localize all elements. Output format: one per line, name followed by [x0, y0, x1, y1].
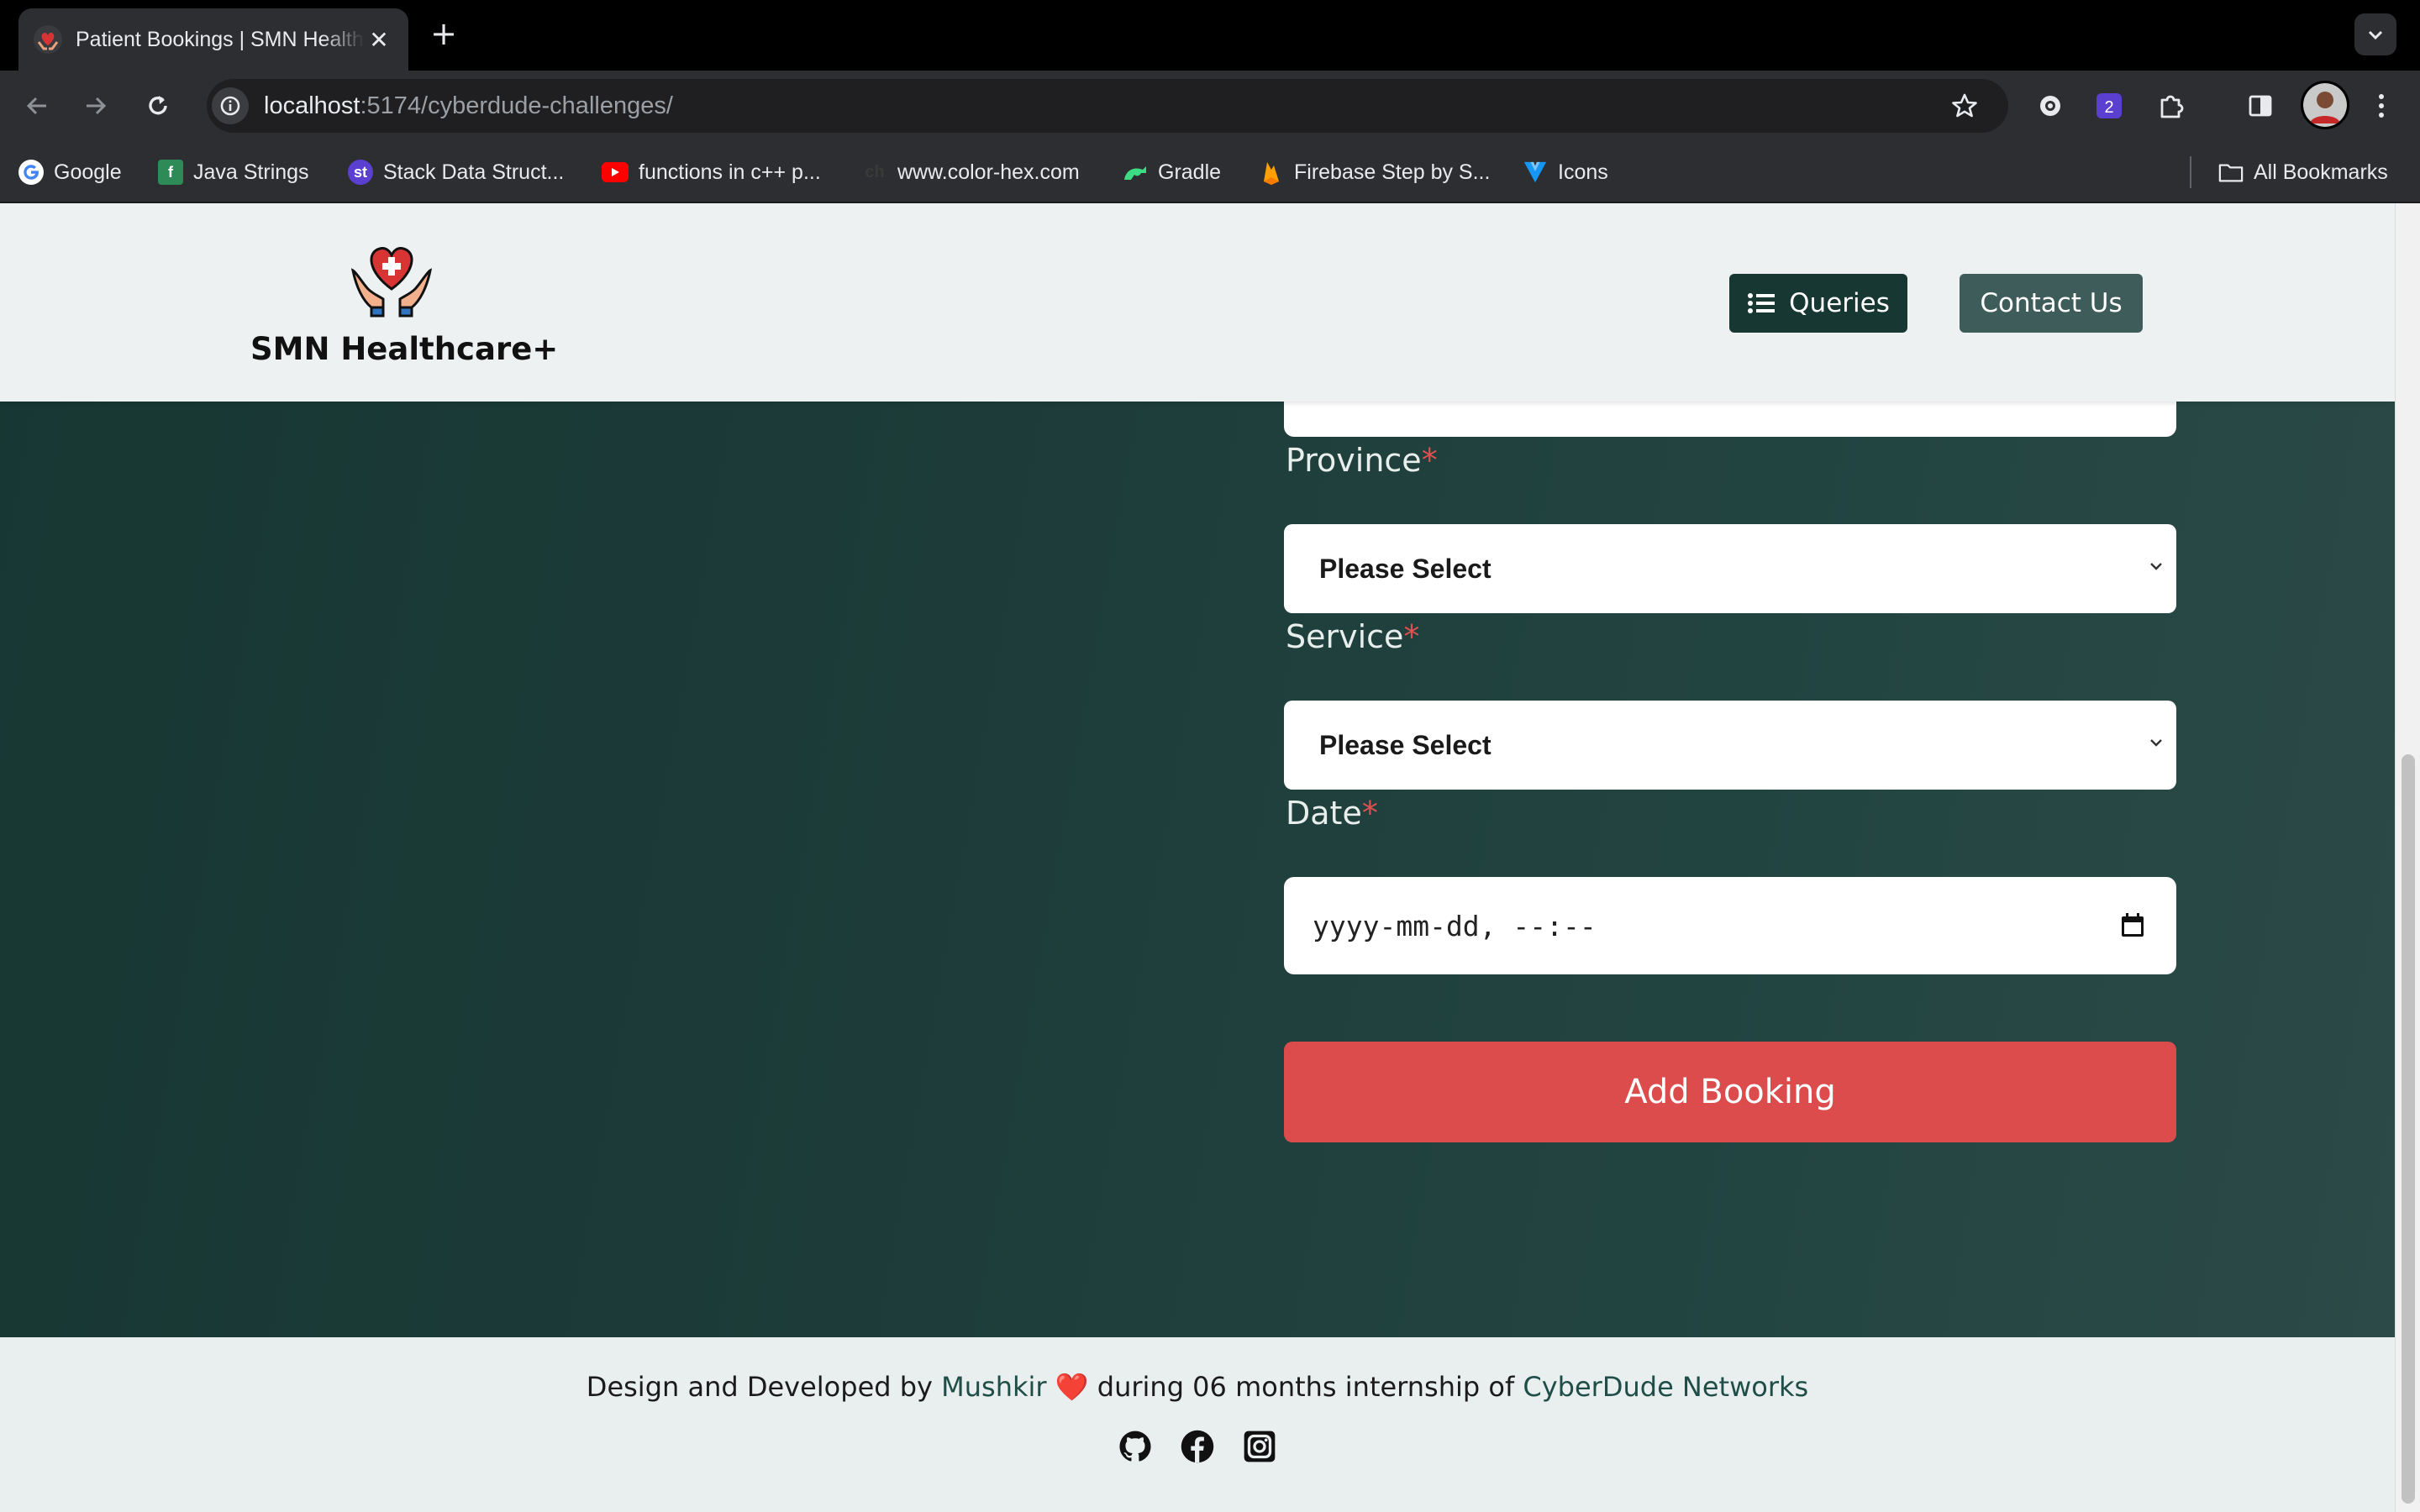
add-booking-button[interactable]: Add Booking [1284, 1042, 2176, 1142]
bookmark-icons[interactable]: Icons [1523, 158, 1608, 186]
required-mark: * [1403, 618, 1420, 655]
bookmarks-divider [2190, 156, 2191, 188]
url-host: localhost [264, 92, 360, 119]
site-footer: Design and Developed by Mushkir ❤️ durin… [0, 1337, 2395, 1512]
social-links [0, 1428, 2395, 1465]
tab-title: Patient Bookings | SMN Healthcare+ [76, 27, 365, 51]
browser-tab-strip: Patient Bookings | SMN Healthcare+ ✕ + [0, 0, 2420, 71]
author-link[interactable]: Mushkir [941, 1371, 1046, 1403]
footer-credit: Design and Developed by Mushkir ❤️ durin… [0, 1371, 2395, 1403]
close-tab-icon[interactable]: ✕ [365, 25, 393, 54]
contact-us-button[interactable]: Contact Us [1960, 274, 2143, 333]
url-text[interactable]: localhost:5174/cyberdude-challenges/ [264, 89, 673, 123]
province-label-text: Province [1286, 442, 1422, 479]
brand-name[interactable]: SMN Healthcare+ [250, 326, 558, 373]
calendar-icon [2122, 913, 2144, 937]
service-label-text: Service [1286, 618, 1404, 655]
bookmark-label: Firebase Step by S... [1294, 160, 1491, 184]
back-button[interactable] [18, 87, 55, 124]
bookmark-java-strings[interactable]: f Java Strings [158, 158, 309, 186]
youtube-icon [602, 162, 629, 182]
studytonight-icon: st [348, 160, 373, 185]
bookmark-label: Stack Data Struct... [383, 160, 565, 184]
service-label: Service* [1286, 613, 1419, 660]
bookmark-label: Icons [1558, 160, 1608, 184]
date-input-value: yyyy-mm-dd, --:-- [1313, 909, 1597, 942]
facebook-icon[interactable] [1179, 1428, 1216, 1465]
date-label: Date* [1286, 790, 1378, 837]
page-scrollbar[interactable] [2395, 203, 2420, 1512]
profile-avatar[interactable] [2301, 81, 2349, 129]
service-select[interactable]: Please Select [1284, 701, 2176, 790]
browser-tab-active[interactable]: Patient Bookings | SMN Healthcare+ ✕ [18, 8, 408, 71]
reload-icon [149, 96, 167, 115]
url-path: :5174/cyberdude-challenges/ [360, 92, 673, 119]
reload-button[interactable] [139, 87, 176, 124]
github-icon[interactable] [1117, 1428, 1154, 1465]
side-panel-icon[interactable] [2242, 87, 2279, 124]
queries-button[interactable]: Queries [1729, 274, 1907, 333]
bookmark-label: Google [54, 160, 122, 184]
google-icon [18, 160, 44, 185]
bookmark-stack-data-structure[interactable]: st Stack Data Struct... [348, 158, 564, 186]
page-viewport: Province* Please Select Service* Please … [0, 203, 2420, 1512]
bookmark-google[interactable]: Google [18, 158, 122, 186]
forward-button[interactable] [77, 87, 114, 124]
new-tab-button[interactable]: + [427, 15, 460, 52]
all-bookmarks-button[interactable]: All Bookmarks [2218, 158, 2388, 186]
instagram-icon[interactable] [1241, 1428, 1278, 1465]
bookmark-label: functions in c++ p... [639, 160, 821, 184]
bookmark-firebase[interactable]: Firebase Step by S... [1259, 158, 1490, 186]
chevron-down-icon [2368, 30, 2383, 40]
care-hands-logo-icon[interactable] [350, 237, 434, 318]
vuetify-icon [1523, 160, 1548, 185]
extensions-puzzle-icon[interactable] [2153, 87, 2190, 124]
company-link[interactable]: CyberDude Networks [1523, 1371, 1808, 1403]
arrow-right-icon [87, 97, 107, 115]
list-icon [1748, 293, 1776, 313]
service-select-value: Please Select [1319, 729, 1491, 760]
care-hands-icon [34, 25, 62, 54]
color-hex-icon: ch [865, 162, 885, 181]
svg-text:2: 2 [2104, 98, 2113, 117]
chevron-down-icon [2150, 739, 2162, 747]
arrow-left-icon [26, 97, 46, 115]
bookmark-label: Java Strings [193, 160, 309, 184]
gradle-icon [1123, 160, 1148, 185]
province-select[interactable]: Please Select [1284, 524, 2176, 613]
site-header: SMN Healthcare+ Queries Contact Us [0, 203, 2395, 402]
extension-eye-icon[interactable] [2032, 87, 2069, 124]
site-info-icon[interactable] [212, 87, 249, 124]
queries-label: Queries [1789, 288, 1890, 318]
tab-search-button[interactable] [2354, 13, 2396, 55]
firebase-icon [1259, 160, 1284, 185]
required-mark: * [1361, 795, 1378, 832]
bookmark-color-hex[interactable]: ch www.color-hex.com [862, 158, 1080, 186]
bookmark-label: Gradle [1158, 160, 1222, 184]
java-strings-icon: f [158, 160, 183, 185]
bookmark-label: www.color-hex.com [897, 160, 1080, 184]
date-input[interactable]: yyyy-mm-dd, --:-- [1284, 877, 2176, 974]
required-mark: * [1421, 442, 1438, 479]
chevron-down-icon [2150, 563, 2162, 570]
province-select-value: Please Select [1319, 553, 1491, 584]
extension-translate-icon[interactable]: 2 [2091, 87, 2128, 124]
date-label-text: Date [1286, 795, 1362, 832]
credit-prefix: Design and Developed by [586, 1371, 933, 1403]
bookmark-functions-cpp[interactable]: functions in c++ p... [602, 158, 821, 186]
folder-icon [2218, 160, 2244, 185]
scrollbar-thumb[interactable] [2402, 754, 2415, 1504]
bookmark-star-icon[interactable] [1946, 87, 1983, 124]
browser-menu-icon[interactable] [2363, 87, 2400, 124]
heart-icon: ❤️ [1055, 1371, 1089, 1403]
credit-middle: during 06 months internship of [1097, 1371, 1515, 1403]
province-label: Province* [1286, 437, 1438, 484]
bookmark-label: All Bookmarks [2254, 160, 2388, 184]
bookmark-gradle[interactable]: Gradle [1123, 158, 1221, 186]
